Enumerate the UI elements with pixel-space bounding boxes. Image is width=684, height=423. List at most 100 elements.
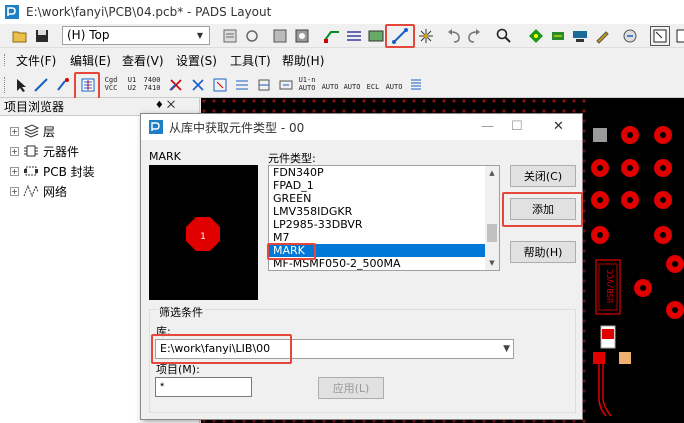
u1-u2-button[interactable]: U1 U2 bbox=[124, 76, 140, 92]
u1n-auto-button[interactable]: U1-n AUTO bbox=[296, 76, 318, 92]
pin-select-icon[interactable] bbox=[53, 75, 73, 95]
verify-icon[interactable] bbox=[548, 26, 568, 46]
unroute-icon[interactable] bbox=[188, 75, 208, 95]
layer-select[interactable]: (H) Top ▼ bbox=[62, 26, 210, 45]
tree-item-layers[interactable]: + 层 bbox=[10, 122, 55, 140]
minimize-icon[interactable]: — bbox=[481, 119, 494, 134]
net-icon bbox=[23, 184, 39, 198]
design-toolbar: Cgd VCC U1 U2 7400 7410 U1-n AUTO AUTO AUTO … bbox=[0, 71, 684, 101]
select-mode-icon[interactable] bbox=[650, 26, 670, 46]
open-icon[interactable] bbox=[10, 26, 30, 46]
list-item[interactable]: FDN340P bbox=[269, 166, 499, 179]
silk-label-usb-vcc: USB/VCC bbox=[606, 269, 615, 303]
pen-icon[interactable] bbox=[592, 26, 612, 46]
gate-swap-button[interactable]: 7400 7410 bbox=[142, 76, 162, 92]
items-label: 项目(M): bbox=[156, 363, 200, 376]
auto-1-label: AUTO bbox=[321, 83, 339, 91]
vcc-label: VCC bbox=[104, 84, 118, 92]
save-icon[interactable] bbox=[32, 26, 52, 46]
tree-item-nets[interactable]: + 网络 bbox=[10, 182, 67, 200]
u2-label: U2 bbox=[127, 84, 137, 92]
preview-part-name: MARK bbox=[149, 150, 181, 163]
x-route-icon[interactable] bbox=[166, 75, 186, 95]
dynamic-route-icon[interactable] bbox=[416, 26, 436, 46]
list-item[interactable]: LP2985-33DBVR bbox=[269, 218, 499, 231]
auto-connect-icon[interactable] bbox=[210, 75, 230, 95]
expand-icon[interactable]: + bbox=[10, 146, 19, 156]
help-button[interactable]: 帮助(H) bbox=[510, 241, 576, 263]
expand-icon[interactable]: + bbox=[10, 166, 19, 176]
component-icon bbox=[24, 145, 38, 157]
tree-item-components[interactable]: + 元器件 bbox=[10, 142, 79, 160]
pads-app-icon bbox=[149, 120, 163, 134]
scroll-thumb[interactable] bbox=[487, 224, 497, 242]
chevron-down-icon: ▼ bbox=[196, 31, 204, 40]
expand-icon[interactable]: + bbox=[10, 126, 19, 136]
scroll-down-icon[interactable]: ▼ bbox=[485, 256, 499, 270]
library-browse-icon[interactable] bbox=[292, 26, 312, 46]
auto-route-2-button[interactable]: AUTO bbox=[342, 83, 362, 91]
undo-icon[interactable] bbox=[444, 26, 464, 46]
menu-tools[interactable]: 工具(T) bbox=[230, 52, 271, 69]
toolbar-grip bbox=[4, 77, 7, 93]
spread-icon[interactable] bbox=[232, 75, 252, 95]
menubar-grip bbox=[4, 54, 7, 66]
properties-icon[interactable] bbox=[220, 26, 240, 46]
menu-file[interactable]: 文件(F) bbox=[16, 52, 56, 69]
refresh-icon[interactable] bbox=[242, 26, 262, 46]
select-arrow-icon[interactable] bbox=[11, 75, 31, 95]
tree-item-footprints[interactable]: + PCB 封装 bbox=[10, 162, 95, 180]
menu-bar: 文件(F) 编辑(E) 查看(V) 设置(S) 工具(T) 帮助(H) bbox=[0, 49, 684, 71]
expand-icon[interactable]: + bbox=[10, 186, 19, 196]
pads-app-icon bbox=[5, 5, 19, 19]
cam-icon[interactable] bbox=[570, 26, 590, 46]
cgnd-vcc-button[interactable]: Cgd VCC bbox=[102, 76, 120, 92]
title-bar: E:\work\fanyi\PCB\04.pcb* - PADS Layout bbox=[0, 0, 684, 24]
list-scrollbar[interactable]: ▲ ▼ bbox=[485, 166, 499, 270]
list-item[interactable]: GREEN bbox=[269, 192, 499, 205]
library-icon[interactable] bbox=[270, 26, 290, 46]
ecl-label: ECL bbox=[366, 83, 380, 91]
footprint-icon bbox=[24, 166, 38, 176]
trace-icon[interactable] bbox=[31, 75, 51, 95]
tree-item-label: 网络 bbox=[43, 184, 68, 199]
macro-icon[interactable] bbox=[620, 26, 640, 46]
auto-route-1-button[interactable]: AUTO bbox=[320, 83, 340, 91]
drc-icon[interactable] bbox=[526, 26, 546, 46]
pin-close-controls[interactable]: ♦ ⨉ bbox=[155, 100, 175, 111]
auto-3-label: AUTO bbox=[385, 83, 403, 91]
redo-icon[interactable] bbox=[464, 26, 484, 46]
menu-help[interactable]: 帮助(H) bbox=[282, 52, 324, 69]
chevron-down-icon: ▼ bbox=[503, 344, 510, 354]
get-part-type-dialog: 从库中获取元件类型 - 00 — ☐ ✕ MARK 1 元件类型: FDN340… bbox=[140, 113, 583, 420]
close-icon[interactable]: ✕ bbox=[553, 119, 564, 134]
close-button[interactable]: 关闭(C) bbox=[510, 165, 576, 187]
list-item[interactable]: LMV358IDGKR bbox=[269, 205, 499, 218]
scroll-up-icon[interactable]: ▲ bbox=[485, 166, 499, 180]
u1n-auto-label: AUTO bbox=[298, 84, 316, 92]
part-preview: 1 bbox=[149, 165, 258, 300]
route-icon[interactable] bbox=[322, 26, 342, 46]
list-item[interactable]: FPAD_1 bbox=[269, 179, 499, 192]
cgnd-label: Cgd bbox=[104, 76, 118, 84]
tree-item-label: PCB 封装 bbox=[43, 164, 95, 179]
apply-button[interactable]: 应用(L) bbox=[318, 377, 384, 399]
maximize-icon[interactable]: ☐ bbox=[511, 119, 523, 134]
length-icon[interactable] bbox=[276, 75, 296, 95]
drafting-icon[interactable] bbox=[366, 26, 386, 46]
auto-route-3-button[interactable]: AUTO bbox=[384, 83, 404, 91]
design-toolbar-icon[interactable] bbox=[344, 26, 364, 46]
items-filter-input[interactable] bbox=[155, 377, 252, 397]
window-mode-icon[interactable] bbox=[672, 26, 684, 46]
menu-setup[interactable]: 设置(S) bbox=[176, 52, 217, 69]
menu-edit[interactable]: 编辑(E) bbox=[70, 52, 111, 69]
ecl-button[interactable]: ECL bbox=[364, 83, 382, 91]
dialog-title: 从库中获取元件类型 - 00 bbox=[169, 120, 305, 135]
cluster-icon[interactable] bbox=[254, 75, 274, 95]
menu-view[interactable]: 查看(V) bbox=[122, 52, 164, 69]
zoom-icon[interactable] bbox=[494, 26, 514, 46]
mark-selection-highlight bbox=[267, 243, 316, 260]
preview-pad-number: 1 bbox=[200, 232, 206, 242]
gate-7400-label: 7400 bbox=[143, 76, 161, 84]
report-icon[interactable] bbox=[406, 75, 426, 95]
